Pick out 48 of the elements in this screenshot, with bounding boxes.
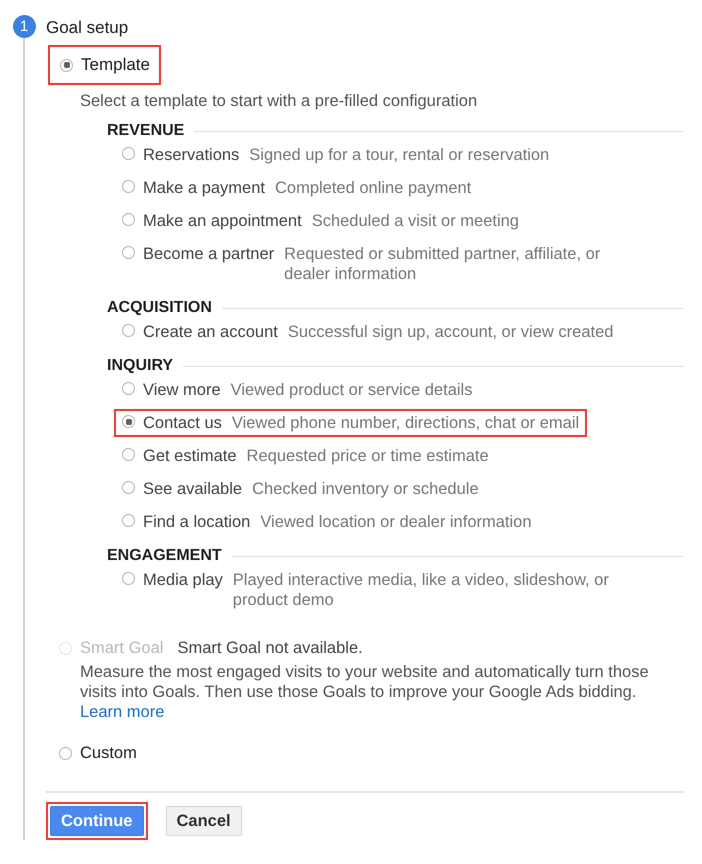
option-description: Signed up for a tour, rental or reservation bbox=[249, 145, 550, 165]
radio-button[interactable] bbox=[122, 572, 135, 585]
smart-goal-description: Measure the most engaged visits to your website and automatically turn those visits into Goals. Then use those Goals to improve your Google Ads bidding. Learn more bbox=[80, 662, 650, 722]
option-description: Successful sign up, account, or view created bbox=[288, 322, 614, 342]
category-heading: INQUIRY bbox=[107, 356, 174, 376]
step-number: 1 bbox=[12, 15, 36, 38]
cancel-button[interactable]: Cancel bbox=[166, 806, 242, 836]
category-heading: REVENUE bbox=[107, 121, 184, 141]
radio-button[interactable] bbox=[122, 246, 135, 259]
option-description: Played interactive media, like a video, slideshow, or product demo bbox=[232, 570, 610, 610]
radio-button[interactable] bbox=[122, 448, 135, 461]
smart-goal-label: Smart Goal bbox=[80, 638, 164, 658]
option-label[interactable]: Make an appointment bbox=[143, 211, 302, 231]
radio-button[interactable] bbox=[60, 58, 73, 72]
option-description: Checked inventory or schedule bbox=[252, 479, 479, 499]
option-label[interactable]: View more bbox=[143, 380, 221, 400]
option-label[interactable]: Create an account bbox=[143, 322, 278, 342]
option-label[interactable]: Get estimate bbox=[143, 446, 237, 466]
radio-button[interactable] bbox=[122, 415, 135, 428]
radio-button[interactable] bbox=[122, 180, 135, 193]
status-message: Smart Goal not available. bbox=[177, 638, 363, 658]
option-label[interactable]: Make a payment bbox=[143, 178, 265, 198]
option-description: Viewed phone number, directions, chat or email bbox=[232, 413, 580, 433]
radio-button[interactable] bbox=[59, 747, 72, 760]
option-description: Scheduled a visit or meeting bbox=[312, 211, 519, 231]
radio-button[interactable] bbox=[122, 481, 135, 494]
option-label[interactable]: Find a location bbox=[143, 512, 250, 532]
template-description: Select a template to start with a pre-filled configuration bbox=[80, 91, 478, 111]
option-label[interactable]: Media play bbox=[143, 570, 223, 610]
custom-option-label[interactable]: Custom bbox=[80, 744, 137, 763]
option-label[interactable]: Become a partner bbox=[143, 244, 274, 284]
category-heading: ENGAGEMENT bbox=[107, 546, 222, 566]
option-label[interactable]: Reservations bbox=[143, 145, 240, 165]
radio-button[interactable] bbox=[122, 514, 135, 527]
option-description: Viewed product or service details bbox=[230, 380, 472, 400]
radio-button[interactable] bbox=[122, 324, 135, 337]
radio-button[interactable] bbox=[122, 213, 135, 226]
category-heading: ACQUISITION bbox=[107, 298, 212, 318]
option-description: Viewed location or dealer information bbox=[260, 512, 532, 532]
radio-button[interactable] bbox=[122, 382, 135, 395]
option-description: Completed online payment bbox=[274, 178, 472, 198]
radio-button[interactable] bbox=[122, 147, 135, 160]
option-description: Requested price or time estimate bbox=[246, 446, 489, 466]
option-label[interactable]: See available bbox=[143, 479, 242, 499]
step-title: Goal setup bbox=[46, 17, 130, 39]
option-description: Requested or submitted partner, affiliate, or dealer information bbox=[284, 244, 602, 284]
option-label[interactable]: Contact us bbox=[143, 413, 222, 433]
template-option-label[interactable]: Template bbox=[81, 55, 150, 75]
